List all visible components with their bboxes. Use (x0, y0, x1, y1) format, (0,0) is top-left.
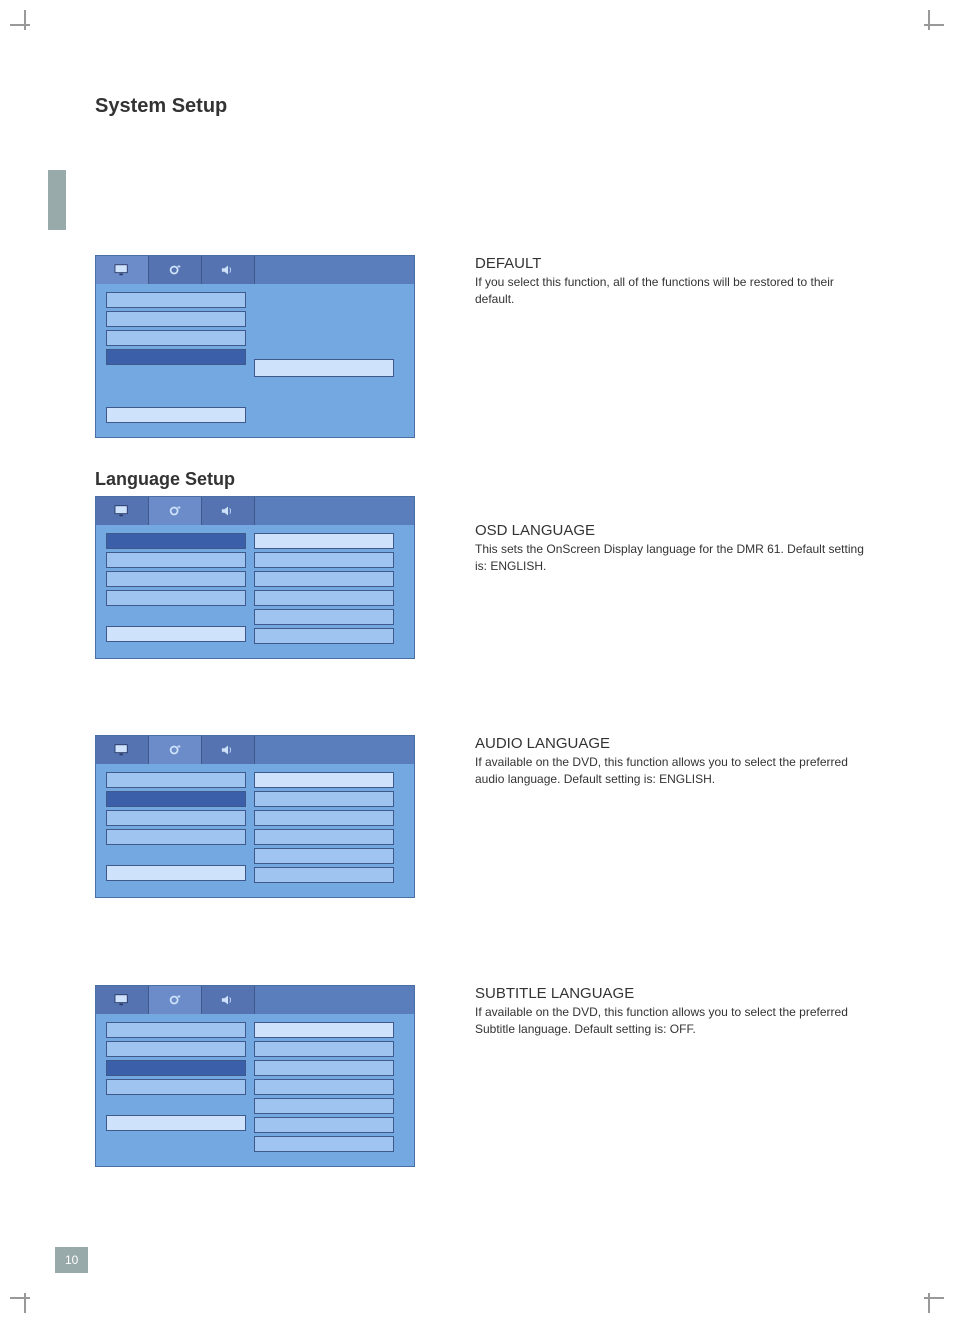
section-osd-language: Language Setup (95, 465, 875, 659)
settings-icon (149, 497, 202, 525)
section-tab-marker (48, 170, 66, 230)
section-body: If available on the DVD, this function a… (475, 1004, 875, 1038)
section-default: DEFAULT If you select this function, all… (95, 255, 875, 438)
speaker-icon (202, 986, 255, 1014)
option-row (254, 1136, 394, 1152)
menu-row (106, 1079, 246, 1095)
monitor-icon (96, 497, 149, 525)
tab-spacer (255, 256, 414, 284)
footer-button (106, 626, 246, 642)
section-heading: DEFAULT (475, 255, 875, 272)
option-row (254, 1117, 394, 1133)
page-title: System Setup (95, 95, 227, 118)
option-row (254, 571, 394, 587)
option-row (254, 609, 394, 625)
option-row (254, 552, 394, 568)
footer-button (106, 407, 246, 423)
menu-row-selected (106, 1060, 246, 1076)
monitor-icon (96, 986, 149, 1014)
section-body: If you select this function, all of the … (475, 274, 875, 308)
footer-button (106, 865, 246, 881)
option-row (254, 867, 394, 883)
option-row (254, 590, 394, 606)
menu-row (106, 772, 246, 788)
settings-icon (149, 256, 202, 284)
option-button (254, 359, 394, 377)
monitor-icon (96, 736, 149, 764)
option-row (254, 1079, 394, 1095)
option-row (254, 772, 394, 788)
osd-screenshot-osd-language (95, 496, 415, 659)
section-heading: OSD LANGUAGE (475, 522, 875, 539)
section-body: This sets the OnScreen Display language … (475, 541, 875, 575)
subsection-title: Language Setup (95, 469, 875, 490)
page-number: 10 (55, 1247, 88, 1273)
speaker-icon (202, 497, 255, 525)
settings-icon (149, 986, 202, 1014)
osd-screenshot-subtitle-language (95, 985, 415, 1167)
osd-screenshot-audio-language (95, 735, 415, 898)
menu-row (106, 571, 246, 587)
menu-row (106, 1022, 246, 1038)
crop-mark-icon (914, 10, 944, 40)
option-row (254, 848, 394, 864)
tab-spacer (255, 736, 414, 764)
section-heading: AUDIO LANGUAGE (475, 735, 875, 752)
crop-mark-icon (10, 10, 40, 40)
section-heading: SUBTITLE LANGUAGE (475, 985, 875, 1002)
option-row (254, 791, 394, 807)
menu-row (106, 810, 246, 826)
tab-spacer (255, 497, 414, 525)
settings-icon (149, 736, 202, 764)
menu-row-selected (106, 349, 246, 365)
menu-row (106, 829, 246, 845)
menu-row (106, 311, 246, 327)
page: System Setup (0, 0, 954, 1323)
menu-row (106, 552, 246, 568)
crop-mark-icon (914, 1283, 944, 1313)
speaker-icon (202, 256, 255, 284)
menu-row (106, 1041, 246, 1057)
option-row (254, 1098, 394, 1114)
speaker-icon (202, 736, 255, 764)
option-row (254, 1022, 394, 1038)
option-row (254, 810, 394, 826)
option-row (254, 1041, 394, 1057)
option-row (254, 829, 394, 845)
section-audio-language: AUDIO LANGUAGE If available on the DVD, … (95, 735, 875, 898)
option-row (254, 628, 394, 644)
crop-mark-icon (10, 1283, 40, 1313)
menu-row (106, 590, 246, 606)
menu-row (106, 330, 246, 346)
menu-row-selected (106, 533, 246, 549)
footer-button (106, 1115, 246, 1131)
section-body: If available on the DVD, this function a… (475, 754, 875, 788)
menu-row (106, 292, 246, 308)
option-row (254, 1060, 394, 1076)
tab-spacer (255, 986, 414, 1014)
osd-screenshot-default (95, 255, 415, 438)
menu-row-selected (106, 791, 246, 807)
monitor-icon (96, 256, 149, 284)
option-row (254, 533, 394, 549)
section-subtitle-language: SUBTITLE LANGUAGE If available on the DV… (95, 985, 875, 1167)
